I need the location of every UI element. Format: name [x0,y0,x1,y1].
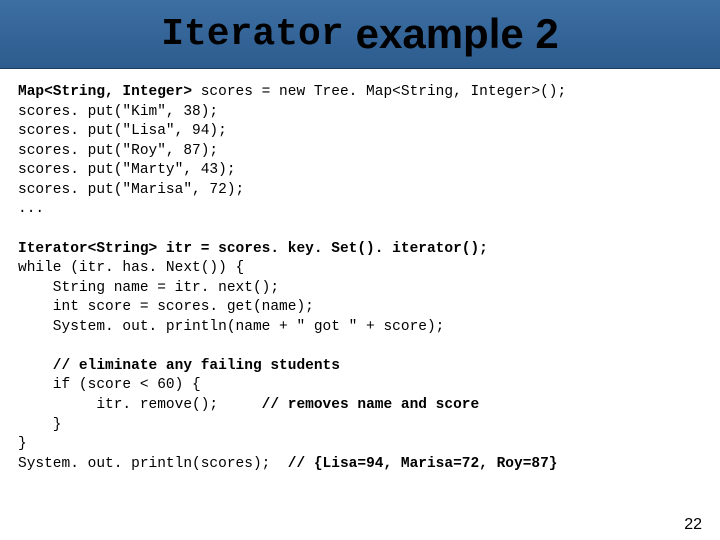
code-l1a: Map<String, Integer> [18,84,192,100]
code-l12: System. out. println(name + " got " + sc… [18,319,444,335]
code-l3: scores. put("Lisa", 94); [18,123,227,139]
code-l17: } [18,436,27,452]
code-l9: while (itr. has. Next()) { [18,260,244,276]
code-l15b: // removes name and score [218,397,479,413]
code-l1b: scores = new Tree. Map<String, Integer>(… [192,84,566,100]
code-l10: String name = itr. next(); [18,280,279,296]
page-number: 22 [684,516,702,534]
code-l2: scores. put("Kim", 38); [18,104,218,120]
code-l5: scores. put("Marty", 43); [18,162,236,178]
code-l16: } [18,417,62,433]
code-l6: scores. put("Marisa", 72); [18,182,244,198]
code-l18b: // {Lisa=94, Marisa=72, Roy=87} [288,456,558,472]
code-l8: Iterator<String> itr = scores. key. Set(… [18,241,488,257]
code-l4: scores. put("Roy", 87); [18,143,218,159]
code-l7: ... [18,201,44,217]
slide: Iterator example 2 Map<String, Integer> … [0,0,720,540]
title-bar: Iterator example 2 [0,0,720,69]
code-l14a: if (score < 60) { [18,377,201,393]
code-l15a: itr. remove(); [18,397,218,413]
code-l13: // eliminate any failing students [18,358,340,374]
title-mono: Iterator [161,13,343,56]
title-sans: example 2 [356,10,559,58]
code-l11: int score = scores. get(name); [18,299,314,315]
code-block: Map<String, Integer> scores = new Tree. … [0,69,720,474]
code-l18a: System. out. println(scores); [18,456,288,472]
